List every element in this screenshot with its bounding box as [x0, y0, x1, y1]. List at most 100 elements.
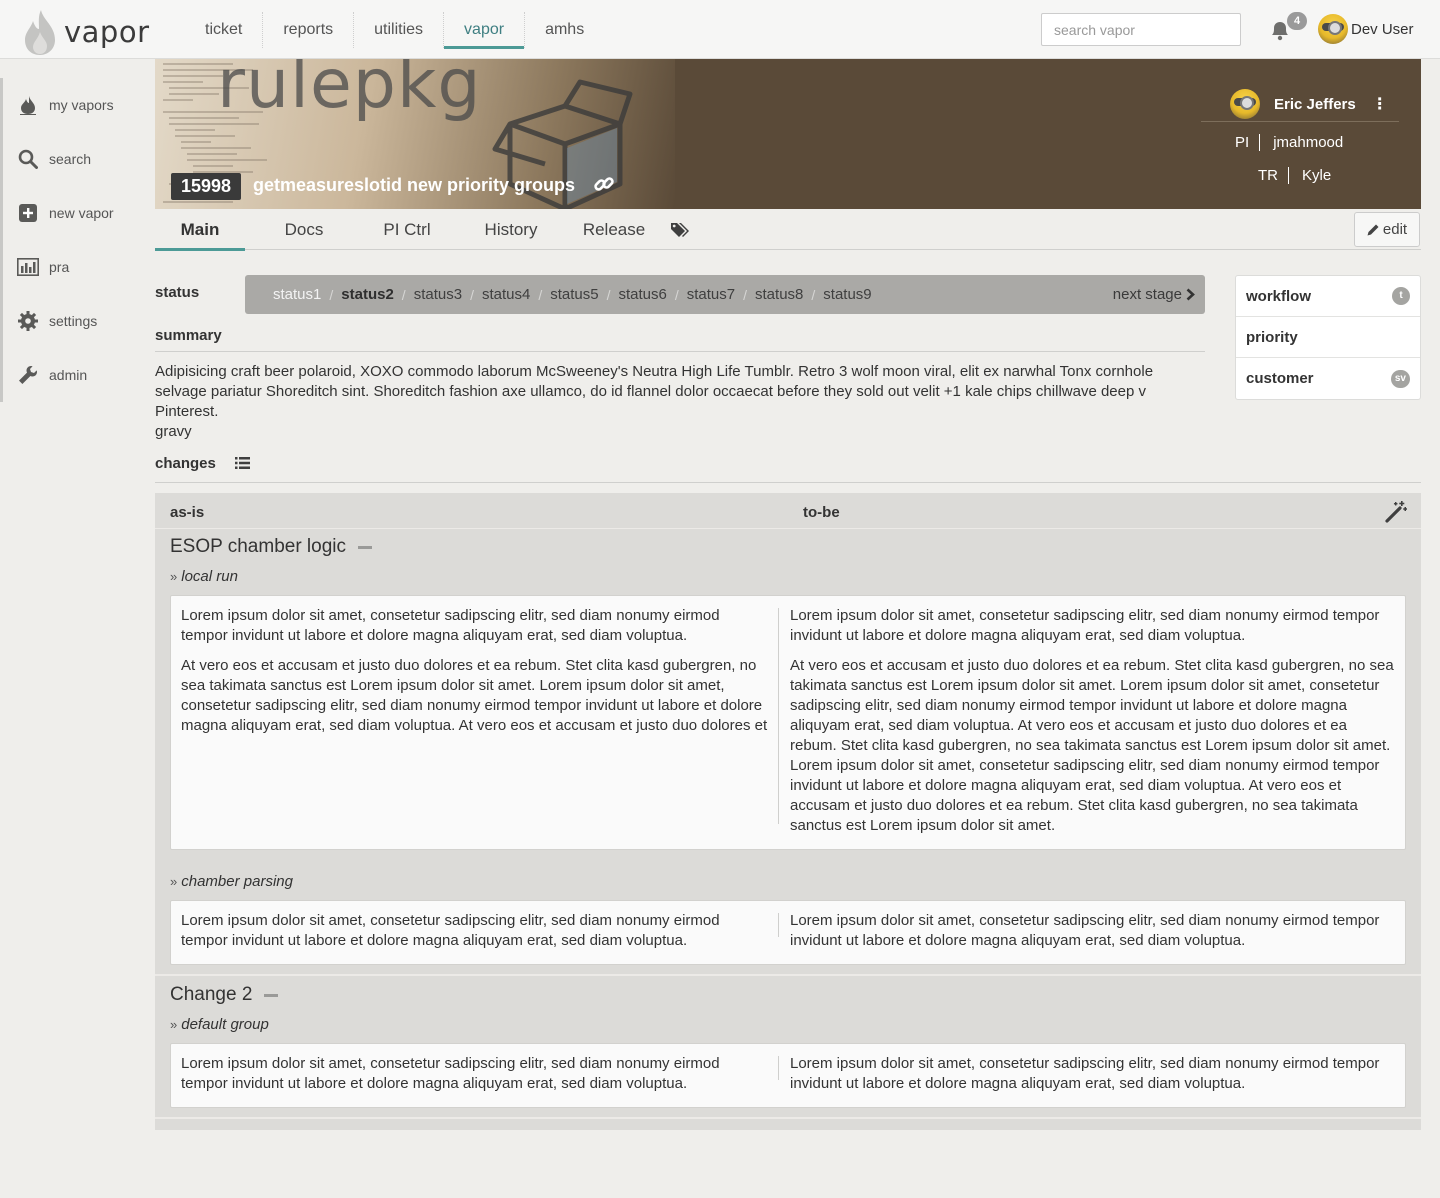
collapse-minus-icon[interactable]: [358, 545, 373, 549]
status-stage-current[interactable]: status2: [341, 286, 394, 303]
vapor-id-badge: 15998: [171, 173, 242, 200]
nav-vapor[interactable]: vapor: [444, 12, 526, 49]
role-tr: TR Kyle: [1258, 167, 1331, 184]
tab-release[interactable]: Release: [569, 210, 659, 250]
status-stage[interactable]: status3: [414, 286, 462, 303]
subgroup-title[interactable]: » local run: [170, 568, 238, 585]
sidebar-item-my-vapors[interactable]: my vapors: [0, 78, 145, 132]
column-divider: [778, 608, 779, 824]
search-icon: [17, 148, 39, 170]
owner-divider: [1201, 121, 1399, 122]
status-stage[interactable]: status7: [687, 286, 735, 303]
collapse-minus-icon[interactable]: [264, 993, 279, 997]
status-stage[interactable]: status8: [755, 286, 803, 303]
status-separator: /: [811, 286, 816, 303]
as-is-column: Lorem ipsum dolor sit amet, consetetur s…: [181, 606, 769, 736]
property-label: workflow: [1246, 287, 1312, 305]
sidebar-item-new-vapor[interactable]: new vapor: [0, 186, 145, 240]
next-stage-button[interactable]: next stage: [1113, 275, 1195, 314]
status-separator: /: [538, 286, 543, 303]
search-input[interactable]: [1041, 13, 1241, 46]
status-stage[interactable]: status9: [823, 286, 871, 303]
top-bar: vapor ticket reports utilities vapor amh…: [0, 0, 1440, 59]
status-separator: /: [743, 286, 748, 303]
sidebar-item-search[interactable]: search: [0, 132, 145, 186]
summary-extra: gravy: [155, 423, 192, 440]
user-menu[interactable]: Dev User: [1318, 14, 1414, 44]
comparison-card: Lorem ipsum dolor sit amet, consetetur s…: [170, 1043, 1406, 1108]
as-is-column: Lorem ipsum dolor sit amet, consetetur s…: [181, 1054, 769, 1094]
comparison-card: Lorem ipsum dolor sit amet, consetetur s…: [170, 900, 1406, 965]
sidebar-item-label: my vapors: [49, 97, 114, 113]
bar-chart-icon: [17, 256, 39, 278]
magic-wand-icon[interactable]: [1385, 501, 1407, 523]
status-separator: /: [401, 286, 406, 303]
status-stage[interactable]: status6: [618, 286, 666, 303]
as-is-paragraph: Lorem ipsum dolor sit amet, consetetur s…: [181, 912, 720, 949]
changes-divider: [155, 482, 1421, 483]
change-group-title: ESOP chamber logic: [170, 536, 373, 558]
subgroup-title[interactable]: » chamber parsing: [170, 873, 293, 890]
sidebar-item-label: admin: [49, 367, 88, 383]
nav-amhs[interactable]: amhs: [525, 12, 604, 48]
sidebar-item-admin[interactable]: admin: [0, 348, 145, 402]
nav-reports[interactable]: reports: [263, 12, 355, 48]
change-group-name: ESOP chamber logic: [170, 536, 347, 557]
gear-icon: [17, 310, 39, 332]
changes-header: as-is to-be: [155, 493, 1421, 529]
edit-label: edit: [1382, 221, 1408, 238]
property-label: customer: [1246, 370, 1314, 387]
to-be-paragraph: Lorem ipsum dolor sit amet, consetetur s…: [790, 912, 1380, 949]
as-is-header: as-is: [170, 504, 205, 521]
pencil-icon: [1367, 224, 1379, 235]
sidebar-item-label: settings: [49, 313, 98, 329]
property-priority[interactable]: priority: [1236, 317, 1420, 358]
subgroup-title[interactable]: » default group: [170, 1016, 269, 1033]
as-is-paragraph: Lorem ipsum dolor sit amet, consetetur s…: [181, 607, 720, 644]
double-chevron-right-icon: »: [170, 569, 178, 584]
status-stage[interactable]: status1: [273, 286, 321, 303]
sidebar-item-pra[interactable]: pra: [0, 240, 145, 294]
role-label: TR: [1258, 167, 1289, 184]
to-be-paragraph: Lorem ipsum dolor sit amet, consetetur s…: [790, 1055, 1380, 1092]
list-icon[interactable]: [235, 457, 250, 469]
tab-pi-ctrl[interactable]: PI Ctrl: [362, 210, 452, 250]
edit-button[interactable]: edit: [1354, 212, 1420, 247]
owner-name: Eric Jeffers: [1274, 95, 1356, 113]
as-is-column: Lorem ipsum dolor sit amet, consetetur s…: [181, 911, 769, 951]
status-label: status: [155, 284, 200, 301]
app-logo[interactable]: vapor: [22, 8, 150, 56]
owner[interactable]: Eric Jeffers ⋮: [1230, 89, 1388, 119]
tags-icon[interactable]: [671, 222, 689, 238]
double-chevron-right-icon: »: [170, 874, 178, 889]
status-stage[interactable]: status5: [550, 286, 598, 303]
double-chevron-right-icon: »: [170, 1017, 178, 1032]
tab-bar: Main Docs PI Ctrl History Release edit: [155, 210, 1421, 251]
tab-main[interactable]: Main: [155, 210, 245, 251]
role-name[interactable]: Kyle: [1302, 167, 1331, 184]
flame-logo-icon: [25, 10, 55, 55]
owner-avatar: [1230, 89, 1260, 119]
wrench-icon: [17, 364, 39, 386]
tab-history[interactable]: History: [466, 210, 556, 250]
group-divider: [155, 1117, 1421, 1119]
sidebar-item-settings[interactable]: settings: [0, 294, 145, 348]
summary-label: summary: [155, 327, 222, 344]
property-workflow[interactable]: workflow t: [1236, 276, 1420, 317]
link-icon[interactable]: [593, 173, 615, 195]
nav-ticket[interactable]: ticket: [185, 12, 264, 48]
property-customer[interactable]: customer sv: [1236, 358, 1420, 399]
summary-divider: [155, 351, 1205, 352]
vapor-title: getmeasureslotid new priority groups: [253, 175, 576, 195]
summary-text: Adipisicing craft beer polaroid, XOXO co…: [155, 362, 1205, 442]
status-stage[interactable]: status4: [482, 286, 530, 303]
main-nav: ticket reports utilities vapor amhs: [185, 12, 604, 49]
properties-panel: workflow t priority customer sv: [1235, 275, 1421, 400]
nav-utilities[interactable]: utilities: [354, 12, 445, 48]
comparison-card: Lorem ipsum dolor sit amet, consetetur s…: [170, 595, 1406, 850]
sidebar-item-label: search: [49, 151, 92, 167]
role-name[interactable]: jmahmood: [1273, 134, 1343, 151]
kebab-menu-icon[interactable]: ⋮: [1372, 94, 1388, 114]
change-group-title: Change 2: [170, 984, 279, 1006]
tab-docs[interactable]: Docs: [259, 210, 349, 250]
